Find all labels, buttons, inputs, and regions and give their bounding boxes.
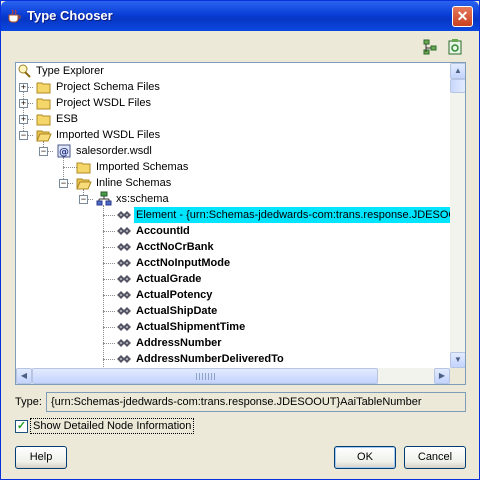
- type-explorer-icon: [18, 64, 31, 78]
- folder-icon: [36, 82, 51, 94]
- type-explorer-tree[interactable]: + + + − − − − Type Explorer Project Sche…: [15, 62, 466, 385]
- wsdl-file-icon: @: [57, 144, 71, 158]
- tree-connector: [63, 167, 77, 168]
- tree-connector: [103, 231, 115, 232]
- tree-expand-icon[interactable]: [421, 38, 439, 56]
- tree-item-label: xs:schema: [116, 193, 169, 205]
- tree-item-label: ActualShipmentTime: [136, 321, 246, 333]
- collapse-toggle[interactable]: −: [39, 147, 48, 156]
- scroll-right-button[interactable]: ▶: [434, 368, 450, 384]
- tree-item-label: Element - {urn:Schemas-jdedwards-com:tra…: [134, 207, 465, 223]
- vertical-scroll-thumb[interactable]: [450, 79, 465, 93]
- type-label: Type:: [15, 396, 42, 408]
- expand-toggle[interactable]: +: [19, 83, 28, 92]
- folder-icon: [36, 98, 51, 110]
- collapse-toggle[interactable]: −: [59, 179, 68, 188]
- cancel-button[interactable]: Cancel: [404, 446, 466, 469]
- tree-item-label: Inline Schemas: [96, 177, 172, 189]
- element-icon: [117, 211, 131, 219]
- element-icon: [117, 259, 131, 267]
- tree-item-label: ESB: [56, 113, 79, 125]
- close-button[interactable]: ✕: [452, 6, 473, 27]
- tree-item-label: Project WSDL Files: [56, 97, 151, 109]
- scroll-grip: [196, 373, 216, 380]
- title-bar[interactable]: Type Chooser ✕: [1, 1, 479, 31]
- vertical-scrollbar[interactable]: ▲ ▼: [450, 63, 465, 368]
- type-field[interactable]: {urn:Schemas-jdedwards-com:trans.respons…: [46, 392, 466, 412]
- tree-connector: [103, 247, 115, 248]
- show-detail-checkbox[interactable]: ✓: [15, 420, 28, 433]
- expand-toggle[interactable]: +: [19, 99, 28, 108]
- element-icon: [117, 323, 131, 331]
- tree-connector: [103, 343, 115, 344]
- horizontal-scroll-thumb[interactable]: [32, 368, 378, 384]
- element-icon: [117, 227, 131, 235]
- tree-connector: [103, 311, 115, 312]
- ok-button[interactable]: OK: [334, 446, 396, 469]
- window-title: Type Chooser: [27, 8, 113, 23]
- element-icon: [117, 307, 131, 315]
- element-icon: [117, 243, 131, 251]
- collapse-toggle[interactable]: −: [19, 131, 28, 140]
- open-folder-icon: [36, 130, 52, 142]
- folder-icon: [36, 114, 51, 126]
- tree-connector: [103, 215, 115, 216]
- collapse-toggle[interactable]: −: [79, 195, 88, 204]
- help-button[interactable]: Help: [15, 446, 67, 469]
- tree-connector: [103, 279, 115, 280]
- tree-connector: [103, 327, 115, 328]
- schema-icon: [96, 191, 112, 206]
- tree-item-label: Imported WSDL Files: [56, 129, 161, 141]
- scroll-left-button[interactable]: ◀: [16, 368, 32, 384]
- expand-toggle[interactable]: +: [19, 115, 28, 124]
- tree-item-label: ActualShipDate: [136, 305, 218, 317]
- scroll-down-button[interactable]: ▼: [450, 352, 465, 368]
- coffee-cup-icon: [8, 9, 21, 23]
- element-icon: [117, 291, 131, 299]
- tree-item-label: ActualPotency: [136, 289, 213, 301]
- tree-connector: [103, 263, 115, 264]
- tree-item-label: AddressNumber: [136, 337, 222, 349]
- tree-connector: [103, 359, 115, 360]
- svg-text:@: @: [59, 147, 69, 158]
- element-icon: [117, 355, 131, 363]
- tree-item-label: Project Schema Files: [56, 81, 160, 93]
- tree-root-label: Type Explorer: [36, 65, 104, 77]
- tree-item-label: AddressNumberDeliveredTo: [136, 353, 284, 365]
- tree-item-label: AcctNoInputMode: [136, 257, 231, 269]
- tree-connector: [103, 295, 115, 296]
- scroll-corner: [450, 368, 465, 384]
- element-icon: [117, 339, 131, 347]
- show-detail-label: Show Detailed Node Information: [30, 418, 195, 434]
- tree-item-label: ActualGrade: [136, 273, 202, 285]
- tree-item-label: salesorder.wsdl: [76, 145, 152, 157]
- type-chooser-dialog: Type Chooser ✕ + + + − − − − Type Explor…: [0, 0, 480, 480]
- schema-refresh-icon[interactable]: [446, 38, 464, 56]
- tree-item-label: AcctNoCrBank: [136, 241, 214, 253]
- folder-icon: [76, 162, 91, 174]
- open-folder-icon: [76, 178, 92, 190]
- element-icon: [117, 275, 131, 283]
- tree-item-label: AccountId: [136, 225, 190, 237]
- tree-item-label: Imported Schemas: [96, 161, 189, 173]
- scroll-up-button[interactable]: ▲: [450, 63, 465, 79]
- horizontal-scrollbar[interactable]: ◀ ▶: [16, 368, 450, 384]
